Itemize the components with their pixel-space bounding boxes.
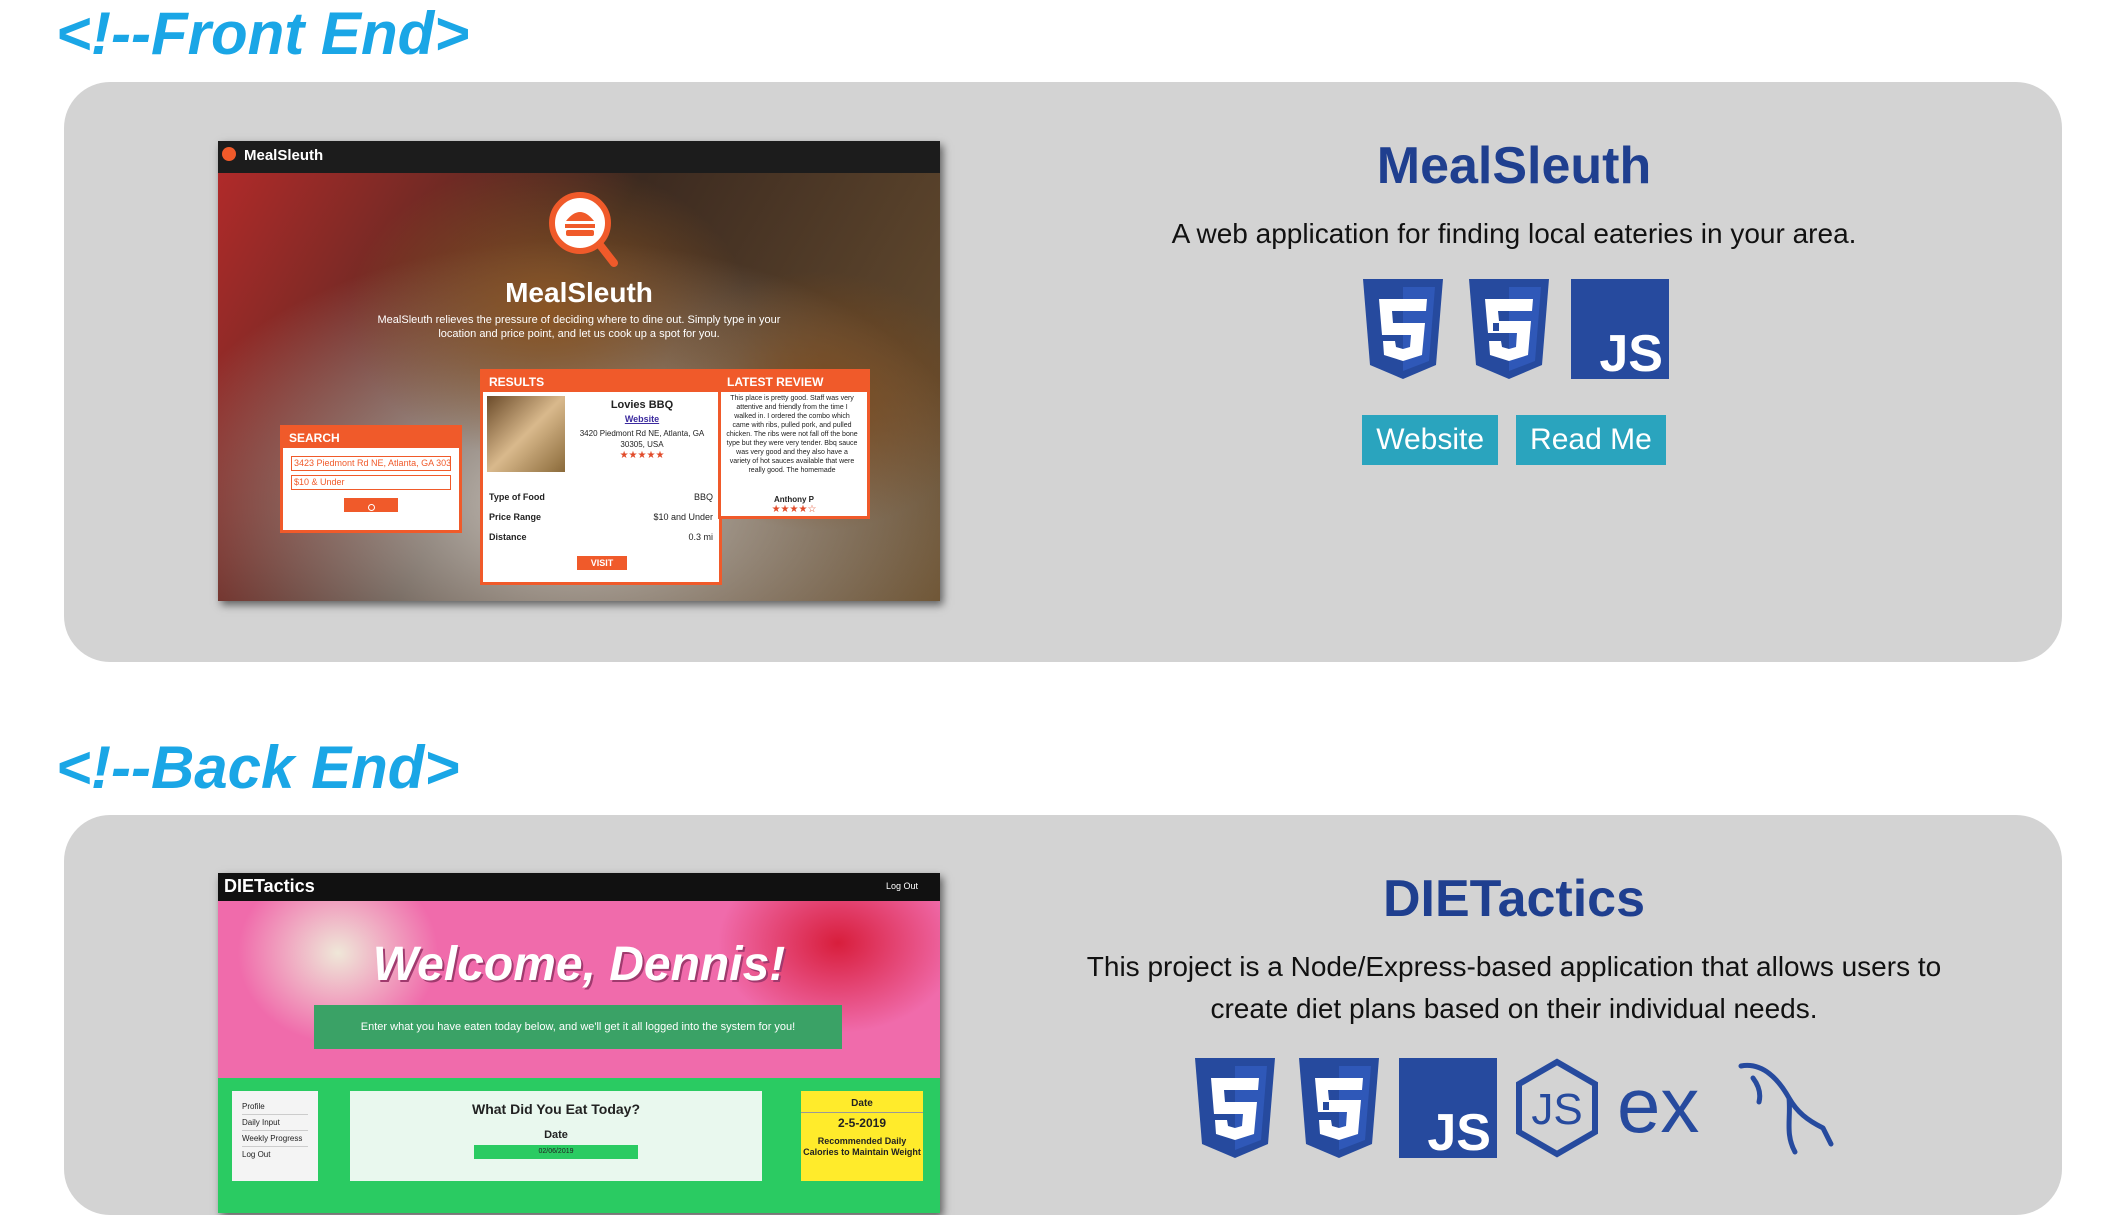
screenshot-brand: MealSleuth bbox=[244, 147, 324, 164]
section-heading-front-end: <!--Front End> bbox=[56, 0, 470, 67]
project-title: DIETactics bbox=[1382, 870, 1646, 928]
results-heading: RESULTS bbox=[483, 372, 719, 392]
screenshot-review-panel: LATEST REVIEW This place is pretty good.… bbox=[718, 369, 870, 519]
restaurant-photo bbox=[487, 396, 565, 472]
side-date-value: 2-5-2019 bbox=[837, 1116, 887, 1130]
svg-text:JS: JS bbox=[1427, 1104, 1491, 1158]
screenshot-navbar: MealSleuth bbox=[218, 141, 940, 173]
search-button bbox=[344, 498, 398, 512]
screenshot-results-panel: RESULTS Lovies BBQ Website 3420 Piedmont… bbox=[480, 369, 722, 585]
project-description: A web application for finding local eate… bbox=[1171, 218, 1857, 250]
restaurant-address: 3420 Piedmont Rd NE, Atlanta, GA 30305, … bbox=[579, 429, 705, 449]
express-icon: ex bbox=[1617, 1061, 1699, 1149]
restaurant-name: Lovies BBQ bbox=[610, 399, 674, 411]
project-screenshot-dietactics[interactable]: DIETactics Log Out Welcome, Dennis! Ente… bbox=[218, 873, 940, 1213]
rating-stars-icon: ★★★★★ bbox=[619, 450, 665, 461]
project-screenshot-mealsleuth[interactable]: MealSleuth MealSleuth MealSleuth relieve… bbox=[218, 141, 940, 601]
screenshot-banner: Enter what you have eaten today below, a… bbox=[314, 1005, 842, 1049]
tech-icons: JS JS ex bbox=[1064, 1058, 1964, 1159]
sidebar-item: Daily Input bbox=[242, 1115, 308, 1131]
sidebar-item: Weekly Progress bbox=[242, 1131, 308, 1147]
sidebar-item: Profile bbox=[242, 1099, 308, 1115]
svg-text:JS: JS bbox=[1599, 325, 1663, 379]
screenshot-brand: DIETactics bbox=[224, 876, 315, 896]
website-button[interactable]: Website bbox=[1362, 415, 1499, 466]
project-info-mealsleuth: MealSleuth A web application for finding… bbox=[1064, 137, 1964, 466]
svg-text:JS: JS bbox=[1531, 1085, 1582, 1134]
result-row: Distance 0.3 mi bbox=[489, 532, 713, 542]
project-card-mealsleuth: MealSleuth MealSleuth MealSleuth relieve… bbox=[64, 82, 2062, 662]
screenshot-food-form: What Did You Eat Today? Date 02/06/2019 bbox=[350, 1091, 762, 1181]
mysql-icon bbox=[1738, 1063, 1834, 1155]
project-info-dietactics: DIETactics This project is a Node/Expres… bbox=[1064, 870, 1964, 1159]
review-stars-icon: ★★★★☆ bbox=[771, 504, 817, 515]
sidebar-item: Log Out bbox=[242, 1150, 271, 1159]
visit-button: VISIT bbox=[577, 556, 627, 570]
review-text: This place is pretty good. Staff was ver… bbox=[726, 395, 858, 474]
javascript-icon: JS bbox=[1571, 279, 1669, 380]
html5-icon bbox=[1195, 1058, 1275, 1159]
screenshot-navbar: DIETactics Log Out bbox=[218, 873, 940, 901]
screenshot-hero-title: MealSleuth bbox=[505, 277, 653, 308]
search-icon bbox=[367, 504, 375, 511]
burger-magnifier-logo-icon bbox=[549, 192, 618, 267]
section-heading-back-end: <!--Back End> bbox=[56, 734, 460, 801]
screenshot-calorie-box: Date 2-5-2019 Recommended Daily Calories… bbox=[801, 1091, 923, 1181]
result-row: Price Range $10 and Under bbox=[489, 512, 713, 522]
review-heading: LATEST REVIEW bbox=[721, 372, 867, 392]
tech-icons: JS bbox=[1064, 279, 1964, 380]
project-card-dietactics: DIETactics Log Out Welcome, Dennis! Ente… bbox=[64, 815, 2062, 1215]
project-links: Website Read Me bbox=[1064, 415, 1964, 466]
project-description: This project is a Node/Express-based app… bbox=[1086, 951, 1942, 1025]
nodejs-icon: JS bbox=[1516, 1058, 1598, 1158]
project-title: MealSleuth bbox=[1376, 137, 1652, 195]
search-location-input: 3423 Piedmont Rd NE, Atlanta, GA 303 bbox=[291, 456, 451, 471]
magnifier-logo-icon bbox=[222, 147, 236, 161]
restaurant-website-link: Website bbox=[624, 414, 660, 424]
form-date-label: Date bbox=[544, 1129, 568, 1141]
screenshot-logout-link: Log Out bbox=[885, 881, 918, 891]
html5-icon bbox=[1363, 279, 1443, 380]
screenshot-tagline: MealSleuth relieves the pressure of deci… bbox=[377, 314, 781, 340]
side-note: Recommended Daily Calories to Maintain W… bbox=[803, 1136, 921, 1157]
search-heading: SEARCH bbox=[283, 428, 459, 448]
screenshot-sidebar: Profile Daily Input Weekly Progress Log … bbox=[232, 1091, 318, 1181]
screenshot-welcome: Welcome, Dennis! bbox=[372, 938, 786, 991]
css3-icon bbox=[1469, 279, 1549, 380]
form-date-input: 02/06/2019 bbox=[474, 1145, 638, 1159]
side-date-label: Date bbox=[801, 1097, 923, 1113]
screenshot-search-panel: SEARCH 3423 Piedmont Rd NE, Atlanta, GA … bbox=[280, 425, 462, 533]
javascript-icon: JS bbox=[1399, 1058, 1497, 1159]
svg-text:ex: ex bbox=[1617, 1061, 1699, 1149]
css3-icon bbox=[1299, 1058, 1379, 1159]
form-title: What Did You Eat Today? bbox=[472, 1101, 640, 1117]
search-price-select: $10 & Under bbox=[291, 475, 451, 490]
readme-button[interactable]: Read Me bbox=[1516, 415, 1666, 466]
result-row: Type of Food BBQ bbox=[489, 492, 713, 502]
